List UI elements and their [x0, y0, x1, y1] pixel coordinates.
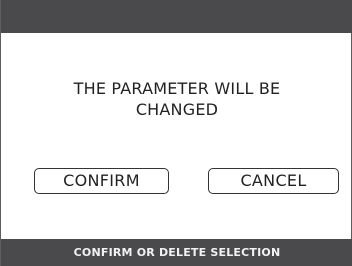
top-header-bar	[1, 0, 352, 33]
confirm-button[interactable]: CONFIRM	[34, 168, 169, 194]
footer-status-bar: CONFIRM OR DELETE SELECTION	[1, 239, 352, 266]
confirmation-screen: THE PARAMETER WILL BE CHANGED CONFIRM CA…	[0, 0, 352, 266]
cancel-button[interactable]: CANCEL	[208, 168, 339, 194]
footer-status-text: CONFIRM OR DELETE SELECTION	[73, 246, 281, 259]
message-line-2: CHANGED	[135, 100, 219, 119]
message-line-1: THE PARAMETER WILL BE	[73, 79, 281, 98]
confirmation-message: THE PARAMETER WILL BE CHANGED	[1, 78, 352, 120]
